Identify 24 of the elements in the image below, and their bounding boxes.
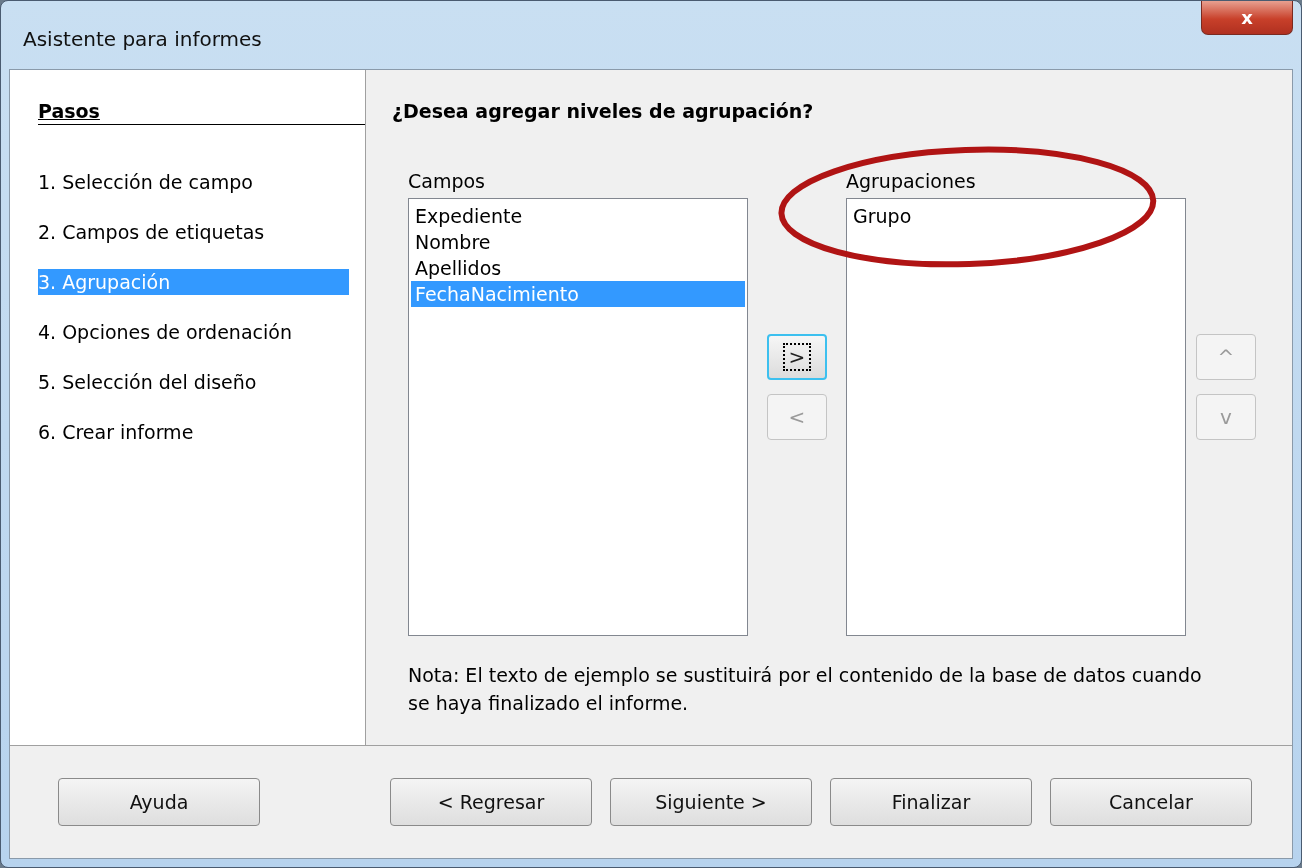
close-button[interactable]: x bbox=[1201, 1, 1293, 35]
step-item[interactable]: 4. Opciones de ordenación bbox=[38, 319, 349, 345]
question-heading: ¿Desea agregar niveles de agrupación? bbox=[392, 100, 815, 122]
fields-list[interactable]: Expediente Nombre Apellidos FechaNacimiento bbox=[408, 198, 748, 636]
note-text: Nota: El texto de ejemplo se sustituirá por el contenido de la base de datos cuando se haya finalizado el informe. bbox=[408, 663, 1203, 716]
groupings-list[interactable]: Grupo bbox=[846, 198, 1186, 636]
list-label: Campos bbox=[408, 170, 486, 192]
step-item[interactable]: 2. Campos de etiquetas bbox=[38, 219, 349, 245]
dialog-button[interactable]: Finalizar bbox=[830, 778, 1032, 826]
window-title: Asistente para informes bbox=[23, 27, 262, 51]
dialog-button[interactable]: < Regresar bbox=[390, 778, 592, 826]
help-button[interactable]: Ayuda bbox=[58, 778, 260, 826]
list-item[interactable]: Nombre bbox=[411, 229, 745, 255]
list-item[interactable]: Apellidos bbox=[411, 255, 745, 281]
step-item[interactable]: 5. Selección del diseño bbox=[38, 369, 349, 395]
dialog-button[interactable]: Cancelar bbox=[1050, 778, 1252, 826]
step-item[interactable]: 1. Selección de campo bbox=[38, 169, 349, 195]
list-item[interactable]: Expediente bbox=[411, 203, 745, 229]
step-item[interactable]: 6. Crear informe bbox=[38, 419, 349, 445]
list-label: Agrupaciones bbox=[846, 170, 977, 192]
dialog-button[interactable]: Siguiente > bbox=[610, 778, 812, 826]
list-item[interactable]: Grupo bbox=[849, 203, 1183, 229]
steps-heading: Pasos bbox=[38, 100, 365, 125]
move-button[interactable]: > bbox=[767, 334, 827, 380]
